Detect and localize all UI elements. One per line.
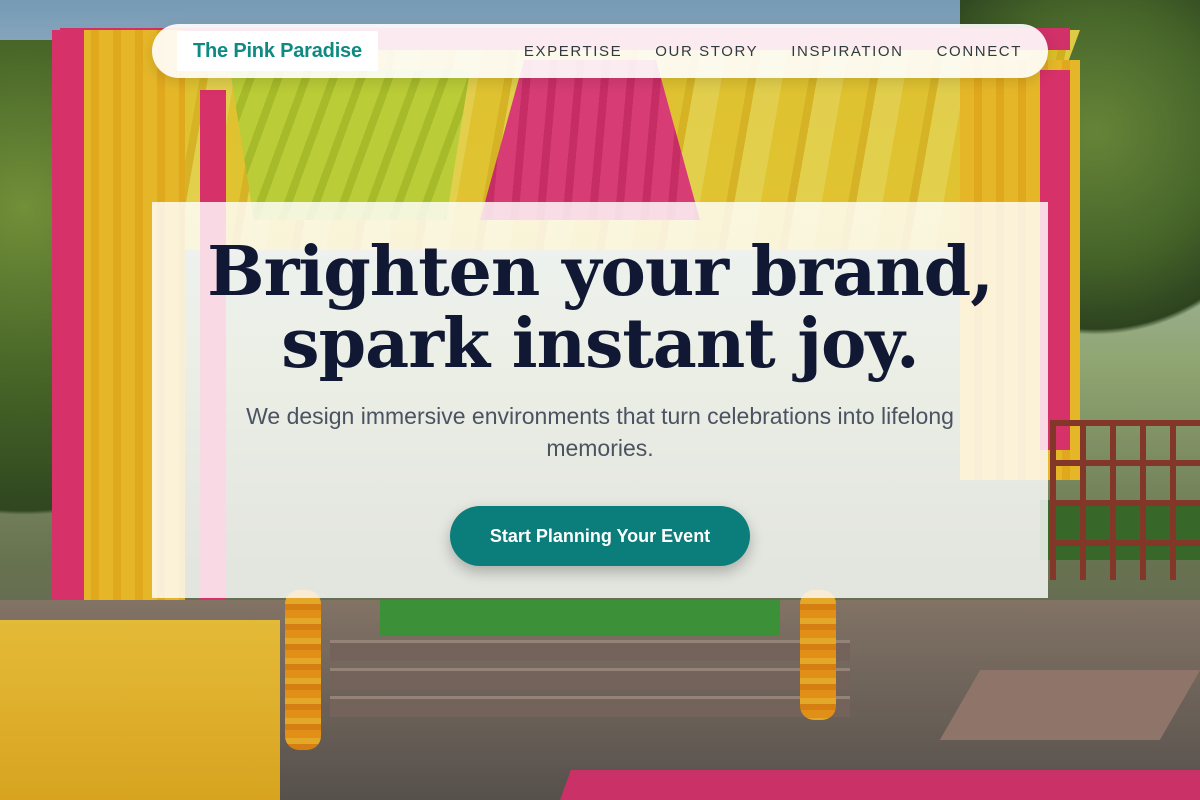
- main-nav: EXPERTISE OUR STORY INSPIRATION CONNECT: [524, 24, 1022, 78]
- hero-headline-line-2: spark instant joy.: [281, 304, 919, 384]
- site-header: The Pink Paradise EXPERTISE OUR STORY IN…: [152, 24, 1048, 78]
- nav-item-connect[interactable]: CONNECT: [937, 43, 1022, 60]
- nav-item-our-story[interactable]: OUR STORY: [655, 43, 758, 60]
- start-planning-button[interactable]: Start Planning Your Event: [450, 506, 750, 566]
- hero-headline-line-1: Brighten your brand,: [207, 232, 994, 312]
- hero-subtitle: We design immersive environments that tu…: [246, 403, 954, 461]
- nav-item-inspiration[interactable]: INSPIRATION: [791, 43, 903, 60]
- hero-headline: Brighten your brand, spark instant joy.: [152, 236, 1048, 380]
- nav-item-expertise[interactable]: EXPERTISE: [524, 43, 622, 60]
- brand-logo[interactable]: The Pink Paradise: [177, 31, 378, 71]
- hero-card: Brighten your brand, spark instant joy. …: [152, 202, 1048, 598]
